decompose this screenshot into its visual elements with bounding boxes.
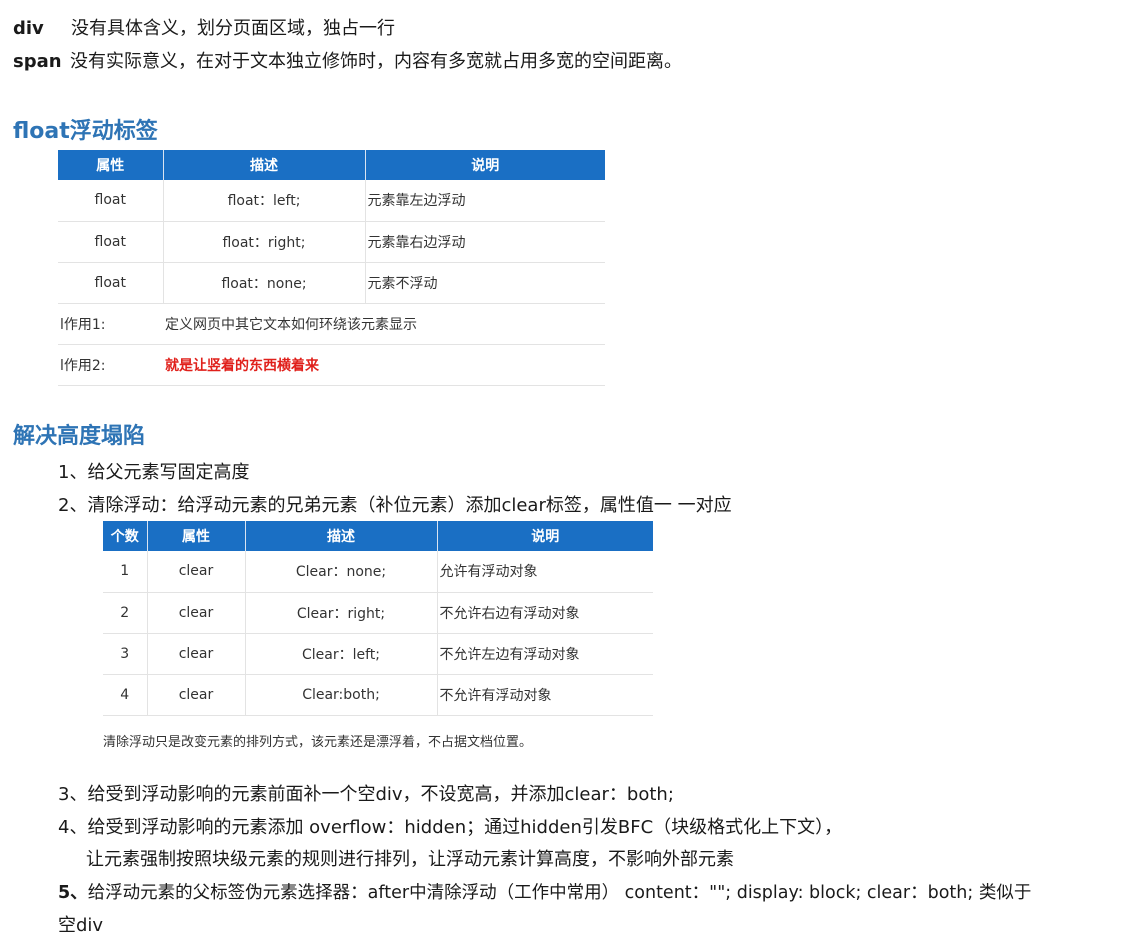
use-text: 定义网页中其它文本如何环绕该元素显示 — [163, 303, 605, 345]
item-5-number: 5、 — [58, 883, 88, 903]
item-5-continuation: 空div — [58, 915, 104, 936]
item-5-text: 给浮动元素的父标签伪元素选择器：after中清除浮动（工作中常用） conten… — [87, 883, 1032, 903]
float-header-property: 属性 — [58, 150, 164, 180]
float-row-explanation: 元素不浮动 — [365, 262, 605, 304]
clear-header-property: 属性 — [147, 521, 246, 551]
table-row: float float：none; 元素不浮动 — [58, 262, 605, 304]
clear-row-count: 4 — [103, 674, 148, 716]
float-row-explanation: 元素靠左边浮动 — [365, 180, 605, 222]
clear-row-property: clear — [147, 674, 246, 716]
clear-row-description: Clear：left; — [245, 633, 438, 675]
list-item-continuation: 让元素强制按照块级元素的规则进行排列，让浮动元素计算高度，不影响外部元素 — [86, 849, 734, 870]
clear-row-explanation: 允许有浮动对象 — [437, 551, 653, 593]
table-row: 4 clear Clear:both; 不允许有浮动对象 — [103, 674, 653, 716]
table-row: l作用1: 定义网页中其它文本如何环绕该元素显示 — [58, 303, 605, 345]
clear-table-note: 清除浮动只是改变元素的排列方式，该元素还是漂浮着，不占据文档位置。 — [103, 735, 533, 750]
clear-header-count: 个数 — [103, 521, 148, 551]
float-header-description: 描述 — [163, 150, 366, 180]
list-item: 2、清除浮动：给浮动元素的兄弟元素（补位元素）添加clear标签，属性值一 一对… — [58, 495, 732, 516]
span-description: 没有实际意义，在对于文本独立修饰时，内容有多宽就占用多宽的空间距离。 — [70, 51, 682, 72]
clear-row-count: 3 — [103, 633, 148, 675]
float-row-description: float：left; — [163, 180, 366, 222]
clear-row-property: clear — [147, 633, 246, 675]
clear-row-description: Clear:both; — [245, 674, 438, 716]
clear-row-explanation: 不允许有浮动对象 — [437, 674, 653, 716]
table-row: 1 clear Clear：none; 允许有浮动对象 — [103, 551, 653, 593]
list-item-5: 5、给浮动元素的父标签伪元素选择器：after中清除浮动（工作中常用） cont… — [58, 880, 1031, 906]
table-row: 3 clear Clear：left; 不允许左边有浮动对象 — [103, 633, 653, 675]
clear-row-description: Clear：right; — [245, 592, 438, 634]
div-intro-line: div 没有具体含义，划分页面区域，独占一行 — [13, 16, 395, 42]
clear-table-header: 个数 属性 描述 说明 — [103, 521, 653, 551]
float-header-explanation: 说明 — [365, 150, 605, 180]
list-item: 4、给受到浮动影响的元素添加 overflow：hidden；通过hidden引… — [58, 817, 843, 838]
float-row-property: float — [58, 221, 164, 263]
float-row-description: float：none; — [163, 262, 366, 304]
clear-row-property: clear — [147, 551, 246, 593]
span-intro-line: span 没有实际意义，在对于文本独立修饰时，内容有多宽就占用多宽的空间距离。 — [13, 49, 682, 75]
table-row: float float：right; 元素靠右边浮动 — [58, 221, 605, 263]
use-label: l作用2: — [58, 344, 163, 386]
clear-table: 个数 属性 描述 说明 1 clear Clear：none; 允许有浮动对象 … — [103, 521, 653, 716]
clear-row-property: clear — [147, 592, 246, 634]
float-row-description: float：right; — [163, 221, 366, 263]
float-row-property: float — [58, 262, 164, 304]
float-row-property: float — [58, 180, 164, 222]
use-label: l作用1: — [58, 303, 163, 345]
float-heading: float浮动标签 — [13, 119, 158, 144]
list-item: 3、给受到浮动影响的元素前面补一个空div，不设宽高，并添加clear：both… — [58, 784, 674, 805]
clear-row-description: Clear：none; — [245, 551, 438, 593]
table-row: l作用2: 就是让竖着的东西横着来 — [58, 344, 605, 386]
clear-header-description: 描述 — [245, 521, 438, 551]
clear-row-explanation: 不允许右边有浮动对象 — [437, 592, 653, 634]
float-table: 属性 描述 说明 float float：left; 元素靠左边浮动 float… — [58, 150, 605, 386]
table-row: float float：left; 元素靠左边浮动 — [58, 180, 605, 222]
collapse-heading: 解决高度塌陷 — [13, 424, 146, 449]
div-description: 没有具体含义，划分页面区域，独占一行 — [71, 18, 395, 39]
clear-row-count: 1 — [103, 551, 148, 593]
clear-header-explanation: 说明 — [437, 521, 653, 551]
span-term: span — [13, 51, 62, 72]
clear-row-count: 2 — [103, 592, 148, 634]
float-row-explanation: 元素靠右边浮动 — [365, 221, 605, 263]
div-term: div — [13, 18, 44, 39]
float-table-header: 属性 描述 说明 — [58, 150, 605, 180]
table-row: 2 clear Clear：right; 不允许右边有浮动对象 — [103, 592, 653, 634]
clear-row-explanation: 不允许左边有浮动对象 — [437, 633, 653, 675]
use-text-highlight: 就是让竖着的东西横着来 — [163, 344, 605, 386]
list-item: 1、给父元素写固定高度 — [58, 462, 250, 483]
